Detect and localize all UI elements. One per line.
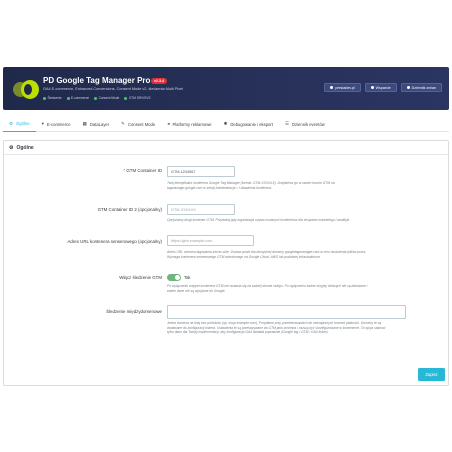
gtm-id-help: Twój identyfikator kontenera Google Tag … xyxy=(167,181,335,190)
tab-event-log[interactable]: ☰ Dziennik eventów xyxy=(279,117,331,132)
gtm-id-2-input[interactable]: GTM-XXXXXX xyxy=(167,204,235,215)
save-button[interactable]: Zapisz xyxy=(418,368,445,381)
cross-domain-label: Śledzenie międzydomenowe xyxy=(106,309,162,314)
tab-ecommerce[interactable]: ▾ E-commerce xyxy=(36,117,77,132)
panel-header: ⚙ Ogólne xyxy=(4,141,448,155)
gears-icon: ⚙ xyxy=(9,144,14,151)
tab-datalayer[interactable]: ▦ DataLayer xyxy=(77,117,116,132)
gear-icon: ⚙ xyxy=(9,120,14,126)
changelog-button[interactable]: Dziennik zmian xyxy=(400,83,442,92)
toggle-knob xyxy=(175,275,180,280)
server-url-input[interactable]: https://gtm.example.com xyxy=(167,235,254,246)
feature-item: Śledzenie xyxy=(43,96,62,100)
check-dot-icon xyxy=(94,96,98,100)
module-title: PD Google Tag Manager Pro xyxy=(43,76,151,85)
cart-icon: ▾ xyxy=(41,121,44,126)
wrench-icon: ✎ xyxy=(121,121,125,126)
enable-tracking-label: Włącz śledzenie GTM xyxy=(119,274,162,280)
feature-item: E-commerce xyxy=(66,96,89,100)
panel-title: Ogólne xyxy=(16,144,34,151)
enable-tracking-state: Tak xyxy=(184,274,191,280)
tab-general[interactable]: ⚙ Ogólne xyxy=(3,117,36,132)
website-button[interactable]: prestadev.pl xyxy=(324,83,361,92)
gtm-id-2-help: Opcjonalny drugi kontener GTM. Przydatny… xyxy=(167,218,351,222)
module-header: PD Google Tag Manager Pro v2.3.4 GA4 E-c… xyxy=(3,67,449,110)
check-dot-icon xyxy=(66,96,70,100)
list-icon: ☰ xyxy=(284,121,289,126)
gtm-id-2-label: GTM Container ID 2 (opcjonalny) xyxy=(97,207,162,212)
cross-domain-textarea[interactable] xyxy=(167,305,406,319)
check-dot-icon xyxy=(43,96,46,100)
version-badge: v2.3.4 xyxy=(151,78,167,84)
server-url-help: Adres URL serwera tagowania server-side.… xyxy=(167,250,367,259)
page: PD Google Tag Manager Pro v2.3.4 GA4 E-c… xyxy=(0,0,452,452)
tab-debug-export[interactable]: ✱ Debugowanie i eksport xyxy=(218,117,279,132)
enable-tracking-toggle[interactable] xyxy=(167,274,181,281)
gtm-id-input[interactable]: GTM-1234567 xyxy=(167,166,235,177)
list-icon xyxy=(406,86,410,89)
header-buttons: prestadev.pl Wsparcie Dziennik zmian xyxy=(324,83,442,92)
feature-item: GTM SRV/SVS xyxy=(124,96,151,100)
globe-icon xyxy=(330,86,334,89)
cross-domain-help: Jedna domena na linię bez protokołu (np.… xyxy=(167,321,386,335)
tab-consent-mode[interactable]: ✎ Consent Mode xyxy=(115,117,161,132)
feature-list: Śledzenie E-commerce Consent Mode GTM SR… xyxy=(43,96,151,100)
server-url-label: Adres URL kontenera serwerowego (opcjona… xyxy=(67,239,162,244)
feature-item: Consent Mode xyxy=(94,96,119,100)
tab-ad-platforms[interactable]: ◂ Platformy reklamowe xyxy=(161,117,217,132)
check-dot-icon xyxy=(124,96,128,100)
module-logo xyxy=(13,80,39,100)
enable-tracking-help: Po wyłączeniu snippet kontenera GTM nie … xyxy=(167,284,368,293)
table-icon: ▦ xyxy=(82,121,87,126)
support-button[interactable]: Wsparcie xyxy=(364,83,397,92)
gtm-id-label: * GTM Container ID xyxy=(123,168,162,173)
tab-bar: ⚙ Ogólne ▾ E-commerce ▦ DataLayer ✎ Consent … xyxy=(3,117,449,132)
mail-icon xyxy=(370,86,374,89)
bullhorn-icon: ◂ xyxy=(167,121,170,126)
module-subtitle: GA4 E-commerce, Enhanced Conversions, Co… xyxy=(43,87,183,91)
bug-icon: ✱ xyxy=(223,121,228,126)
